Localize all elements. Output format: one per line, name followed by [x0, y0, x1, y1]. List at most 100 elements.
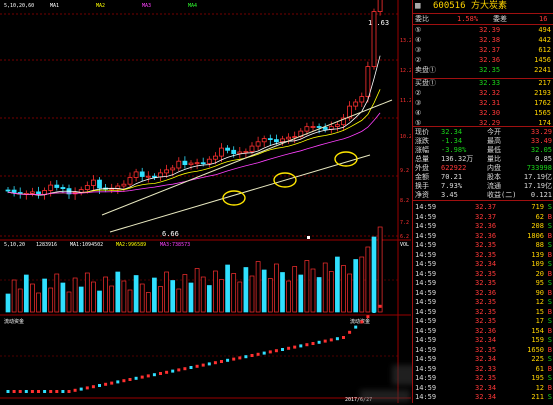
candle-body	[84, 185, 90, 190]
volume-bar	[200, 276, 206, 313]
fund-dot	[91, 385, 95, 389]
quote-row: 换手 7.93% 流通 17.19亿	[415, 182, 552, 190]
candle-body	[139, 171, 145, 177]
volume-bar	[371, 236, 377, 313]
volume-bar	[274, 263, 279, 313]
price-tick-label: 10.2	[400, 134, 411, 140]
fund-dot	[43, 390, 47, 393]
tick-row: 14:59 32.36 154 B	[415, 326, 552, 335]
fund-dot	[189, 366, 193, 369]
fund-dot	[6, 390, 10, 393]
volume-bar	[78, 286, 84, 313]
volume-bar	[36, 292, 41, 313]
volume-bar	[54, 273, 60, 313]
fund-dot	[311, 342, 315, 345]
candle-body	[133, 171, 139, 178]
vol-indicator-label: 1283916	[36, 242, 57, 248]
volume-bar	[152, 277, 157, 313]
volume-bar	[347, 273, 352, 313]
fund-dot	[171, 369, 175, 373]
volume-bar	[328, 271, 334, 313]
tick-row: 14:59 32.35 15 B	[415, 307, 552, 316]
quote-row: 金额 70.21 股本 17.19亿	[415, 173, 552, 181]
sell-level: ④ 32.38 442	[415, 36, 551, 44]
volume-bar	[60, 282, 66, 313]
vol-axis-label: VOL	[400, 242, 409, 248]
vol-indicator-label: MA2:996589	[116, 242, 146, 248]
candle-body	[176, 160, 182, 169]
buy-level: 买盘① 32.33 217	[415, 79, 551, 87]
tick-row: 14:59 32.34 109 S	[415, 260, 552, 268]
order-ratio-row: 委比 1.58% 委差 16	[415, 15, 548, 23]
menu-icon[interactable]: ▦	[415, 1, 420, 12]
fund-dot	[262, 351, 266, 355]
ma-indicator-label: 5,10,20,60	[4, 3, 34, 9]
fund-dot	[342, 336, 345, 339]
fund-dot	[268, 350, 272, 354]
buy-level: ③ 32.31 1762	[415, 99, 551, 107]
fund-label: 流动资金	[350, 318, 370, 325]
fund-dot	[98, 384, 101, 387]
quote-row: 涨跌 -1.34 最高 33.49	[415, 137, 552, 145]
candle-body	[5, 189, 11, 192]
candle-body	[316, 126, 322, 128]
fund-dot	[281, 348, 284, 351]
fund-dot	[85, 386, 89, 390]
candle-body	[243, 151, 249, 153]
candle-body	[121, 183, 127, 187]
fund-dot	[146, 374, 150, 378]
candle-body	[237, 151, 243, 154]
sell-level: ② 32.36 1456	[415, 56, 551, 64]
volume-bar	[133, 275, 139, 313]
volume-bar	[231, 273, 237, 313]
volume-bar	[121, 280, 127, 313]
volume-bar	[66, 291, 72, 313]
tick-row: 14:59 32.35 95 S	[415, 279, 552, 287]
kline-chart[interactable]: 5,10,20,60 MA1 MA2 MA3 MA4 13.2 12.2 11.2 10…	[0, 0, 412, 403]
sell-level: ③ 32.37 612	[415, 46, 551, 54]
fund-dot	[244, 355, 248, 359]
candle-body	[231, 149, 237, 155]
trend-channel-upper	[101, 99, 393, 216]
fund-dot	[61, 390, 65, 393]
fund-dot	[122, 379, 126, 383]
candle-body	[365, 66, 371, 97]
price-tick-label: 13.2	[400, 38, 411, 44]
tick-row: 14:59 32.36 1806 B	[415, 231, 552, 240]
ma-indicator-label: MA3	[142, 3, 151, 9]
candle-body	[353, 101, 359, 107]
volume-bar	[139, 283, 145, 313]
volume-bar	[292, 266, 298, 313]
candle-body	[151, 175, 157, 178]
volume-bar	[5, 293, 11, 313]
volume-bar	[115, 271, 121, 313]
volume-bar	[267, 278, 273, 313]
tick-row: 14:59 32.35 20 B	[415, 269, 552, 278]
tick-row: 14:59 32.35 195 S	[415, 374, 552, 382]
quote-row: 净资 3.45 收益(二) 0.121	[415, 191, 552, 199]
candle-body	[97, 179, 102, 189]
candle-body	[304, 126, 310, 132]
fund-dot	[24, 390, 28, 393]
volume-bar	[145, 292, 151, 313]
vol-indicator-label: MA1:1094502	[70, 242, 103, 248]
volume-bar	[103, 276, 108, 313]
fund-dot	[177, 368, 181, 372]
quote-panel: ▦ 600516 方大炭素 委比 1.58% 委差 16 ⑤ 32.39 494 ④ 3…	[412, 0, 553, 403]
ma-indicator-label: MA4	[188, 3, 197, 9]
fund-dot	[195, 364, 199, 368]
fund-dot	[104, 382, 108, 386]
sell-level: ⑤ 32.39 494	[415, 26, 551, 34]
tick-row: 14:59 32.37 62 B	[415, 212, 552, 221]
volume-bar	[298, 274, 304, 313]
volume-bar	[84, 272, 90, 313]
fund-dot	[165, 370, 169, 374]
candle-body	[377, 0, 383, 13]
volume-bar	[23, 274, 29, 313]
kline-chart-area[interactable]: 5,10,20,60 MA1 MA2 MA3 MA4 13.2 12.2 11.2 10…	[0, 0, 418, 403]
volume-bar	[158, 286, 163, 313]
candle-body	[11, 189, 17, 193]
tick-row: 14:59 32.35 1650 B	[415, 345, 552, 354]
fund-dot	[220, 360, 223, 363]
volume-bar	[188, 282, 194, 313]
